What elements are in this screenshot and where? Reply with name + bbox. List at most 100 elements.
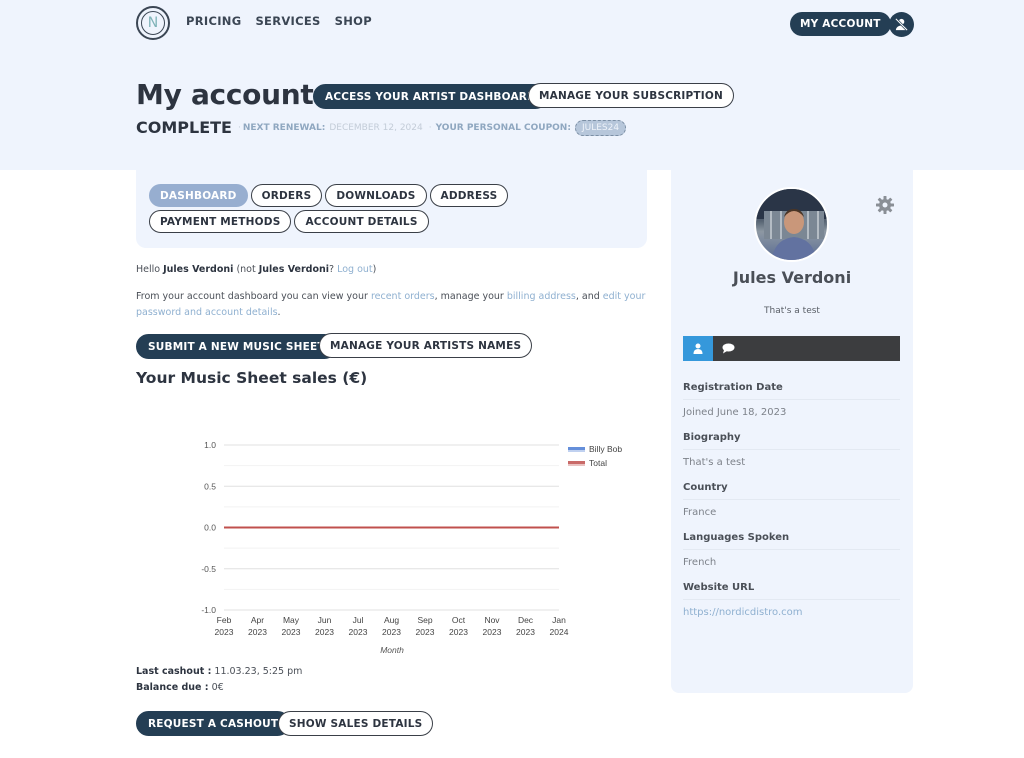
user-slash-icon [895,18,908,31]
field-value: French [683,557,717,568]
request-cashout-button[interactable]: REQUEST A CASHOUT [136,711,291,736]
profile-bio: That's a test [764,306,820,316]
profile-fields: Registration Date Joined June 18, 2023 B… [683,376,900,626]
nav-shop[interactable]: SHOP [335,14,372,28]
next-renewal-label: NEXT RENEWAL: [242,122,326,133]
next-renewal-value: DECEMBER 12, 2024 [329,122,423,133]
field-value: Joined June 18, 2023 [683,407,787,418]
x-tick-label: Sep [417,615,432,625]
comment-icon [722,343,734,354]
page-title: My account [136,78,314,111]
greeting-text: Hello [136,264,161,275]
gear-icon[interactable] [875,195,895,215]
tab-dashboard[interactable]: DASHBOARD [149,184,248,207]
x-tick-label: 2023 [449,627,468,637]
logout-user-button[interactable] [889,12,914,37]
logo[interactable]: N [136,6,170,40]
artist-dashboard-button[interactable]: ACCESS YOUR ARTIST DASHBOARD [313,84,548,109]
profile-name: Jules Verdoni [732,268,852,287]
intro-text: , and [575,291,600,302]
y-axis: 1.0 0.5 0.0 -0.5 -1.0 [201,440,216,615]
coupon-code[interactable]: JULES24 [574,119,627,136]
profile-tab-comments[interactable] [713,336,743,361]
logo-icon: N [141,11,165,35]
x-tick-label: Jun [318,615,332,625]
tab-payment-methods[interactable]: PAYMENT METHODS [149,210,292,233]
sales-chart: 1.0 0.5 0.0 -0.5 -1.0 Feb 2023 Apr 2023 May 2023 J… [201,440,622,655]
coupon-label: YOUR PERSONAL COUPON: [435,122,571,133]
x-tick-label: 2023 [382,627,401,637]
x-tick-label: Oct [452,615,466,625]
subscription-status-line: COMPLETE · NEXT RENEWAL: DECEMBER 12, 20… [136,118,627,137]
greeting: Hello Jules Verdoni (not Jules Verdoni? … [136,264,376,275]
legend-swatch [568,461,585,464]
greeting-text: ) [372,264,377,275]
separator: · [428,122,432,133]
legend-swatch [568,447,585,450]
subscription-status: COMPLETE [136,118,232,137]
x-tick-label: Dec [518,615,534,625]
last-cashout-label: Last cashout : [136,666,212,677]
chart-legend: Billy Bob Total [568,444,622,468]
legend-swatch-fill [568,464,585,466]
x-tick-label: Jul [353,615,364,625]
field-label: Website URL [683,576,900,600]
y-tick-label: -1.0 [201,605,216,615]
x-tick-label: 2023 [282,627,301,637]
tab-account-details[interactable]: ACCOUNT DETAILS [294,210,429,233]
profile-tabs [683,336,900,361]
x-tick-label: 2023 [483,627,502,637]
intro-text: . [277,307,281,318]
x-tick-label: Feb [217,615,232,625]
main-nav: PRICING SERVICES SHOP [186,14,372,28]
field-label: Languages Spoken [683,526,900,550]
tab-address[interactable]: ADDRESS [429,184,509,207]
show-sales-details-button[interactable]: SHOW SALES DETAILS [278,711,434,736]
x-tick-label: 2023 [248,627,267,637]
legend-label: Total [589,458,607,468]
user-name: Jules Verdoni [163,264,234,275]
dashboard-intro: From your account dashboard you can view… [136,289,651,321]
field-value: France [683,507,717,518]
my-account-button[interactable]: MY ACCOUNT [790,12,891,36]
manage-subscription-button[interactable]: MANAGE YOUR SUBSCRIPTION [528,83,734,108]
account-tabs: DASHBOARD ORDERS DOWNLOADS ADDRESS PAYME… [136,170,647,248]
recent-orders-link[interactable]: recent orders [371,291,435,302]
x-tick-label: 2023 [215,627,234,637]
greeting-text: ? [329,264,335,275]
website-link[interactable]: https://nordicdistro.com [683,600,900,626]
tab-orders[interactable]: ORDERS [250,184,323,207]
separator: · [237,122,241,133]
x-tick-label: 2023 [516,627,535,637]
field-value: That's a test [683,457,746,468]
profile-card: Jules Verdoni That's a test Registration… [671,170,913,693]
x-axis-label: Month [380,645,404,655]
y-tick-label: 0.0 [204,523,216,533]
tab-downloads[interactable]: DOWNLOADS [325,184,427,207]
x-tick-label: 2023 [416,627,435,637]
user-name: Jules Verdoni [258,264,330,275]
billing-address-link[interactable]: billing address [507,291,576,302]
x-tick-label: Apr [251,615,264,625]
intro-text: From your account dashboard you can view… [136,291,368,302]
balance-due-label: Balance due : [136,682,209,693]
x-axis: Feb 2023 Apr 2023 May 2023 Jun 2023 Jul 2023 Aug 20… [215,615,569,637]
field-label: Biography [683,426,900,450]
avatar-photo [756,189,827,260]
x-tick-label: Aug [384,615,399,625]
x-tick-label: 2024 [550,627,569,637]
avatar [754,187,829,262]
legend-label: Billy Bob [589,444,622,454]
field-label: Country [683,476,900,500]
greeting-text: (not [236,264,256,275]
profile-tab-about[interactable] [683,336,713,361]
nav-pricing[interactable]: PRICING [186,14,241,28]
y-tick-label: 1.0 [204,440,216,450]
x-tick-label: Nov [484,615,500,625]
manage-artists-button[interactable]: MANAGE YOUR ARTISTS NAMES [319,333,533,358]
last-cashout-value: 11.03.23, 5:25 pm [214,666,303,677]
submit-music-sheet-button[interactable]: SUBMIT A NEW MUSIC SHEET [136,334,337,359]
nav-services[interactable]: SERVICES [255,14,320,28]
x-tick-label: Jan [552,615,566,625]
logout-link[interactable]: Log out [337,264,373,275]
